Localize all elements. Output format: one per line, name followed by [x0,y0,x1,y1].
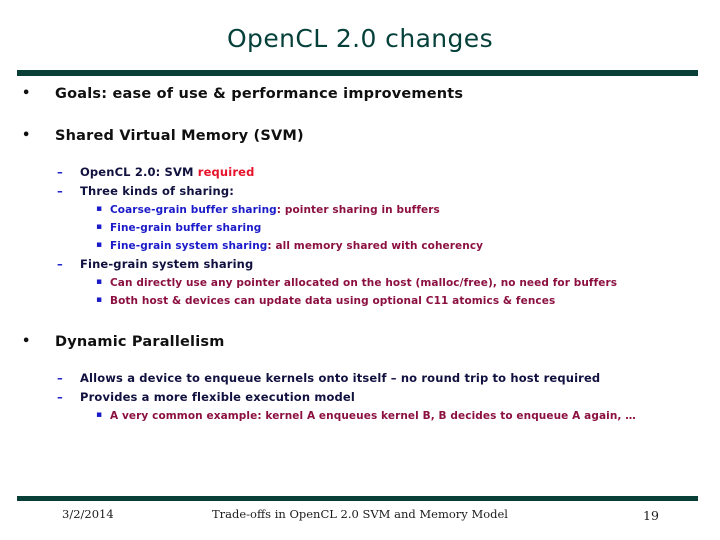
dynamic-parallelism-heading-text: Dynamic Parallelism [55,334,225,350]
bullet-fgs-point-1: ▪ Can directly use any pointer allocated… [0,274,720,292]
bullet-svm-heading-text: Shared Virtual Memory (SVM) [55,128,304,144]
dynpar-point-1-text: Allows a device to enqueue kernels onto … [80,371,601,385]
bullet-svm-required: – OpenCL 2.0: SVM required [0,163,720,182]
bullet-marker-level1: • [22,334,31,349]
bullet-marker-level1: • [22,128,31,143]
bullet-fine-grain-system-heading: – Fine-grain system sharing [0,255,720,274]
bullet-marker-level3: ▪ [96,277,103,287]
bullet-marker-level3: ▪ [96,240,103,250]
dynpar-point-2-text: Provides a more flexible execution model [80,390,355,404]
fgs-point-2-text: Both host & devices can update data usin… [110,295,556,307]
bullet-goals: • Goals: ease of use & performance impro… [0,84,720,104]
bullet-fine-grain-buffer-sharing: ▪ Fine-grain buffer sharing [0,219,720,237]
bullet-marker-level3: ▪ [96,410,103,420]
slide-body: • Goals: ease of use & performance impro… [0,84,720,425]
bullet-marker-level2: – [57,257,63,271]
title-divider-rule [17,70,698,76]
bullet-marker-level3: ▪ [96,295,103,305]
bullet-coarse-grain-buffer-sharing: ▪ Coarse-grain buffer sharing: pointer s… [0,201,720,219]
footer-page-number: 19 [643,508,659,523]
coarse-grain-description: : pointer sharing in buffers [276,204,440,216]
bullet-dynpar-point-2: – Provides a more flexible execution mod… [0,388,720,407]
three-kinds-text: Three kinds of sharing: [80,184,234,198]
fine-grain-system-description: : all memory shared with coherency [267,240,484,252]
bullet-marker-level3: ▪ [96,222,103,232]
svm-required-label: OpenCL 2.0: SVM [80,165,198,179]
fine-grain-system-term: Fine-grain system sharing [110,240,268,252]
footer-title: Trade-offs in OpenCL 2.0 SVM and Memory … [211,507,508,521]
bullet-three-kinds: – Three kinds of sharing: [0,182,720,201]
bullet-marker-level2: – [57,165,63,179]
presentation-slide: OpenCL 2.0 changes • Goals: ease of use … [0,0,720,540]
bullet-marker-level2: – [57,184,63,198]
bullet-dynpar-sub-1: ▪ A very common example: kernel A enqueu… [0,407,720,425]
slide-title: OpenCL 2.0 changes [226,24,494,53]
fine-grain-system-heading-text: Fine-grain system sharing [80,257,254,271]
slide-footer: 3/2/2014 Trade-offs in OpenCL 2.0 SVM an… [0,507,720,533]
bullet-marker-level3: ▪ [96,204,103,214]
bullet-shared-virtual-memory: • Shared Virtual Memory (SVM) [0,126,720,146]
bullet-dynamic-parallelism: • Dynamic Parallelism [0,332,720,352]
dynpar-sub-1-text: A very common example: kernel A enqueues… [110,410,636,422]
bullet-marker-level1: • [22,86,31,101]
bullet-fine-grain-system-sharing: ▪ Fine-grain system sharing: all memory … [0,237,720,255]
fine-grain-buffer-text: Fine-grain buffer sharing [110,222,262,234]
bullet-marker-level2: – [57,390,63,404]
bullet-marker-level2: – [57,371,63,385]
coarse-grain-term: Coarse-grain buffer sharing [110,204,277,216]
svm-required-emphasis: required [197,165,255,179]
bullet-fgs-point-2: ▪ Both host & devices can update data us… [0,292,720,310]
bullet-goals-text: Goals: ease of use & performance improve… [55,86,464,102]
footer-divider-rule [17,496,698,501]
fgs-point-1-text: Can directly use any pointer allocated o… [110,277,618,289]
bullet-dynpar-point-1: – Allows a device to enqueue kernels ont… [0,369,720,388]
